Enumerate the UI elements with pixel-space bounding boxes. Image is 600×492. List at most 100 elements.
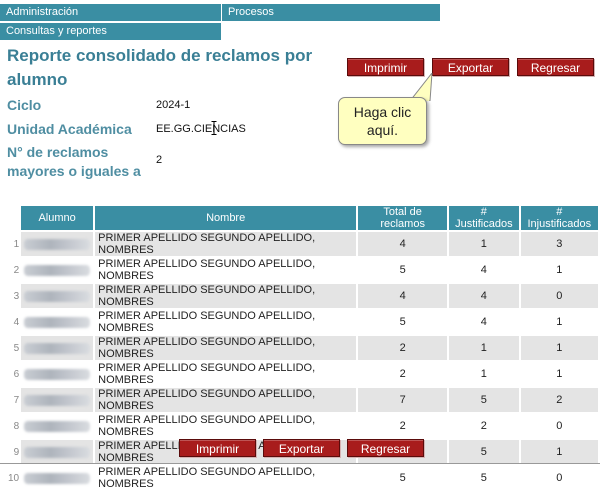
header-nombre: Nombre — [95, 206, 357, 230]
row-number: 1 — [13, 238, 20, 250]
justificados-cell: 1 — [449, 232, 519, 256]
row-number: 6 — [13, 368, 20, 380]
tooltip-callout: Haga clic aquí. — [338, 97, 427, 145]
table-row: 8 PRIMER APELLIDO SEGUNDO APELLIDO, NOMBR… — [8, 414, 598, 438]
header-injustificados: # Injustificados — [520, 206, 598, 230]
table-row: 2 PRIMER APELLIDO SEGUNDO APELLIDO, NOMBR… — [8, 258, 598, 282]
row-number: 2 — [13, 264, 20, 276]
justificados-cell: 4 — [449, 310, 519, 334]
row-number: 3 — [13, 290, 20, 302]
nombre-cell: PRIMER APELLIDO SEGUNDO APELLIDO, NOMBRE… — [95, 284, 357, 308]
alumno-cell — [21, 310, 94, 334]
row-number: 8 — [13, 420, 20, 432]
table-row: 10 PRIMER APELLIDO SEGUNDO APELLIDO, NOMB… — [8, 466, 598, 490]
redacted-student-id — [24, 368, 91, 380]
justificados-cell: 1 — [449, 336, 519, 360]
total-cell: 2 — [358, 414, 448, 438]
redacted-student-id — [24, 472, 91, 484]
alumno-cell — [21, 362, 94, 386]
total-cell: 4 — [358, 232, 448, 256]
redacted-student-id — [24, 446, 91, 458]
injustificados-cell: 1 — [520, 310, 598, 334]
injustificados-cell: 1 — [520, 336, 598, 360]
total-cell: 2 — [358, 362, 448, 386]
justificados-cell: 5 — [449, 466, 519, 490]
redacted-student-id — [24, 342, 91, 354]
table-row: 3 PRIMER APELLIDO SEGUNDO APELLIDO, NOMBR… — [8, 284, 598, 308]
text-cursor-icon — [211, 121, 217, 135]
injustificados-cell: 1 — [520, 440, 598, 464]
redacted-student-id — [24, 420, 91, 432]
alumno-cell — [21, 466, 94, 490]
injustificados-cell: 0 — [520, 284, 598, 308]
menu-administracion[interactable]: Administración — [0, 4, 221, 21]
regresar-button-top[interactable]: Regresar — [517, 58, 594, 76]
nombre-cell: PRIMER APELLIDO SEGUNDO APELLIDO, NOMBRE… — [95, 336, 357, 360]
reclamos-label-line2: mayores o iguales a — [7, 163, 141, 179]
injustificados-cell: 0 — [520, 414, 598, 438]
injustificados-cell: 3 — [520, 232, 598, 256]
alumno-cell — [21, 258, 94, 282]
justificados-cell: 1 — [449, 362, 519, 386]
row-number: 7 — [13, 394, 20, 406]
alumno-cell — [21, 414, 94, 438]
nombre-cell: PRIMER APELLIDO SEGUNDO APELLIDO, NOMBRE… — [95, 232, 357, 256]
redacted-student-id — [24, 394, 91, 406]
redacted-student-id — [24, 238, 91, 250]
nombre-cell: PRIMER APELLIDO SEGUNDO APELLIDO, NOMBRE… — [95, 258, 357, 282]
total-cell: 2 — [358, 336, 448, 360]
table-row: 7 PRIMER APELLIDO SEGUNDO APELLIDO, NOMBR… — [8, 388, 598, 412]
row-number: 10 — [8, 472, 20, 484]
justificados-cell: 4 — [449, 284, 519, 308]
unidad-academica-value: EE.GG.CIENCIAS — [156, 123, 246, 135]
alumno-cell — [21, 336, 94, 360]
redacted-student-id — [24, 290, 91, 302]
alumno-cell — [21, 388, 94, 412]
exportar-button-top[interactable]: Exportar — [432, 58, 509, 76]
redacted-student-id — [24, 264, 91, 276]
table-row: 6 PRIMER APELLIDO SEGUNDO APELLIDO, NOMBR… — [8, 362, 598, 386]
ciclo-value: 2024-1 — [156, 99, 191, 111]
nombre-cell: PRIMER APELLIDO SEGUNDO APELLIDO, NOMBRE… — [95, 414, 357, 438]
total-cell: 5 — [358, 466, 448, 490]
injustificados-cell: 0 — [520, 466, 598, 490]
page-title: Reporte consolidado de reclamos por alum… — [7, 46, 313, 89]
exportar-button-bottom[interactable]: Exportar — [263, 439, 340, 457]
redacted-student-id — [24, 316, 91, 328]
alumno-cell — [21, 284, 94, 308]
injustificados-cell: 1 — [520, 258, 598, 282]
menu-consultas-reportes[interactable]: Consultas y reportes — [0, 23, 221, 40]
nombre-cell: PRIMER APELLIDO SEGUNDO APELLIDO, NOMBRE… — [95, 466, 357, 490]
reclamos-value: 2 — [156, 154, 163, 166]
table-row: 1 PRIMER APELLIDO SEGUNDO APELLIDO, NOMBR… — [8, 232, 598, 256]
alumno-cell — [21, 440, 94, 464]
unidad-academica-label: Unidad Académica — [7, 121, 132, 137]
row-number: 9 — [13, 446, 20, 458]
justificados-cell: 5 — [449, 440, 519, 464]
tooltip-text: Haga clic aquí. — [353, 104, 412, 138]
table-row: 4 PRIMER APELLIDO SEGUNDO APELLIDO, NOMBR… — [8, 310, 598, 334]
injustificados-cell: 2 — [520, 388, 598, 412]
justificados-cell: 4 — [449, 258, 519, 282]
total-cell: 4 — [358, 284, 448, 308]
nombre-cell: PRIMER APELLIDO SEGUNDO APELLIDO, NOMBRE… — [95, 388, 357, 412]
row-number-header — [8, 206, 19, 230]
header-alumno: Alumno — [21, 206, 94, 230]
alumno-cell — [21, 232, 94, 256]
regresar-button-bottom[interactable]: Regresar — [347, 439, 424, 457]
total-cell: 7 — [358, 388, 448, 412]
menu-procesos[interactable]: Procesos — [222, 4, 440, 21]
table-row: 5 PRIMER APELLIDO SEGUNDO APELLIDO, NOMBR… — [8, 336, 598, 360]
nombre-cell: PRIMER APELLIDO SEGUNDO APELLIDO, NOMBRE… — [95, 310, 357, 334]
row-number: 4 — [13, 316, 20, 328]
row-number: 5 — [13, 342, 20, 354]
header-total-reclamos: Total de reclamos — [358, 206, 448, 230]
bottom-divider — [0, 463, 600, 464]
ciclo-label: Ciclo — [7, 97, 42, 113]
header-justificados: # Justificados — [449, 206, 519, 230]
reclamos-label-line1: N° de reclamos — [7, 144, 109, 160]
imprimir-button-bottom[interactable]: Imprimir — [179, 439, 256, 457]
total-cell: 5 — [358, 310, 448, 334]
total-cell: 5 — [358, 258, 448, 282]
justificados-cell: 2 — [449, 414, 519, 438]
